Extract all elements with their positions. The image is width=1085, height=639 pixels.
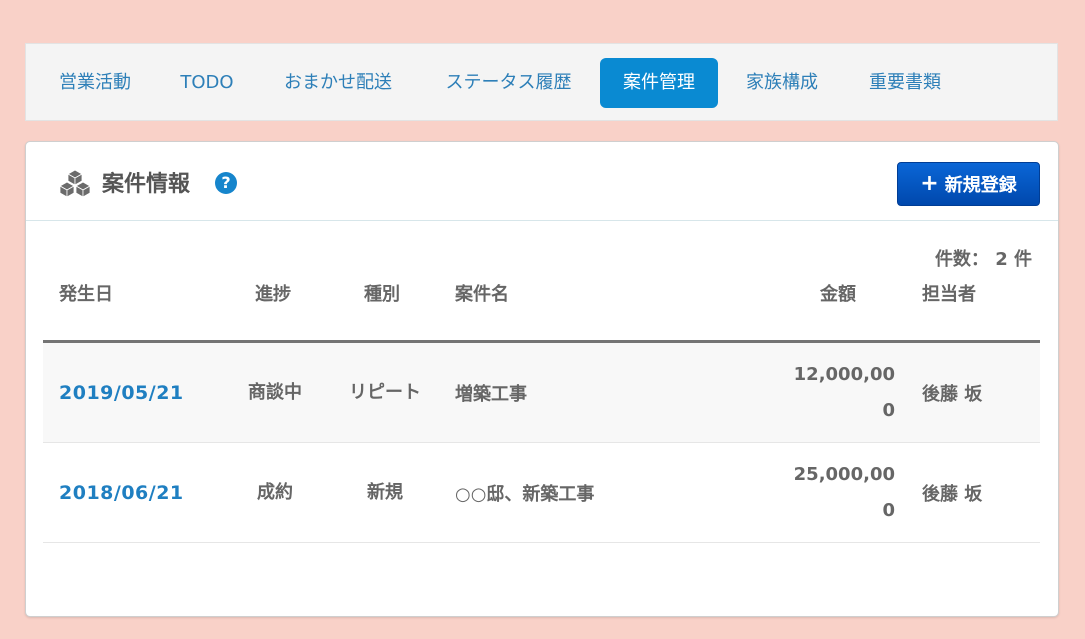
header-progress: 進捗 [255, 284, 291, 305]
row-owner: 後藤 坂 [922, 383, 983, 405]
question-circle-icon[interactable]: ? [215, 172, 237, 194]
panel-header: 案件情報 ? + 新規登録 [26, 142, 1058, 221]
row-date-link[interactable]: 2019/05/21 [59, 343, 229, 442]
row-owner: 後藤 坂 [922, 483, 983, 505]
project-table: 発生日 進捗 種別 案件名 金額 担当者 2019/05/21 商談中 リピート… [43, 280, 1040, 543]
tab-todo[interactable]: TODO [179, 58, 235, 108]
row-progress: 商談中 [248, 381, 302, 403]
row-amount: 25,000,000 [793, 463, 895, 521]
tab-status-history[interactable]: ステータス履歴 [440, 58, 577, 108]
record-count: 件数： 2 件 [934, 249, 1032, 270]
row-name: ○○邸、新築工事 [455, 483, 595, 505]
tab-family[interactable]: 家族構成 [743, 58, 821, 108]
project-panel: 案件情報 ? + 新規登録 件数： 2 件 発生日 進捗 種別 案件名 金額 担… [25, 141, 1059, 617]
row-amount: 12,000,000 [793, 363, 895, 421]
tab-delivery[interactable]: おまかせ配送 [280, 58, 396, 108]
table-row: 2019/05/21 商談中 リピート 増築工事 12,000,000 後藤 坂 [43, 343, 1040, 443]
tab-documents[interactable]: 重要書類 [866, 58, 944, 108]
new-register-button[interactable]: + 新規登録 [897, 162, 1040, 206]
header-amount: 金額 [820, 284, 856, 305]
row-type: リピート [349, 381, 421, 403]
row-progress: 成約 [257, 481, 293, 503]
header-type: 種別 [364, 284, 400, 305]
table-header: 発生日 進捗 種別 案件名 金額 担当者 [43, 280, 1040, 343]
cubes-icon [59, 169, 91, 198]
new-register-label: 新規登録 [944, 175, 1017, 196]
plus-icon: + [920, 171, 939, 196]
row-name: 増築工事 [455, 383, 527, 405]
page-title: 案件情報 [102, 172, 191, 197]
tab-bar: 営業活動 TODO おまかせ配送 ステータス履歴 案件管理 家族構成 重要書類 [25, 43, 1058, 121]
header-owner: 担当者 [922, 284, 976, 305]
tab-sales-activity[interactable]: 営業活動 [56, 58, 134, 108]
row-date-link[interactable]: 2018/06/21 [59, 443, 229, 542]
table-row: 2018/06/21 成約 新規 ○○邸、新築工事 25,000,000 後藤 … [43, 443, 1040, 543]
header-date: 発生日 [59, 284, 113, 305]
row-type: 新規 [367, 481, 403, 503]
tab-project-management[interactable]: 案件管理 [600, 58, 718, 108]
header-name: 案件名 [455, 284, 509, 305]
